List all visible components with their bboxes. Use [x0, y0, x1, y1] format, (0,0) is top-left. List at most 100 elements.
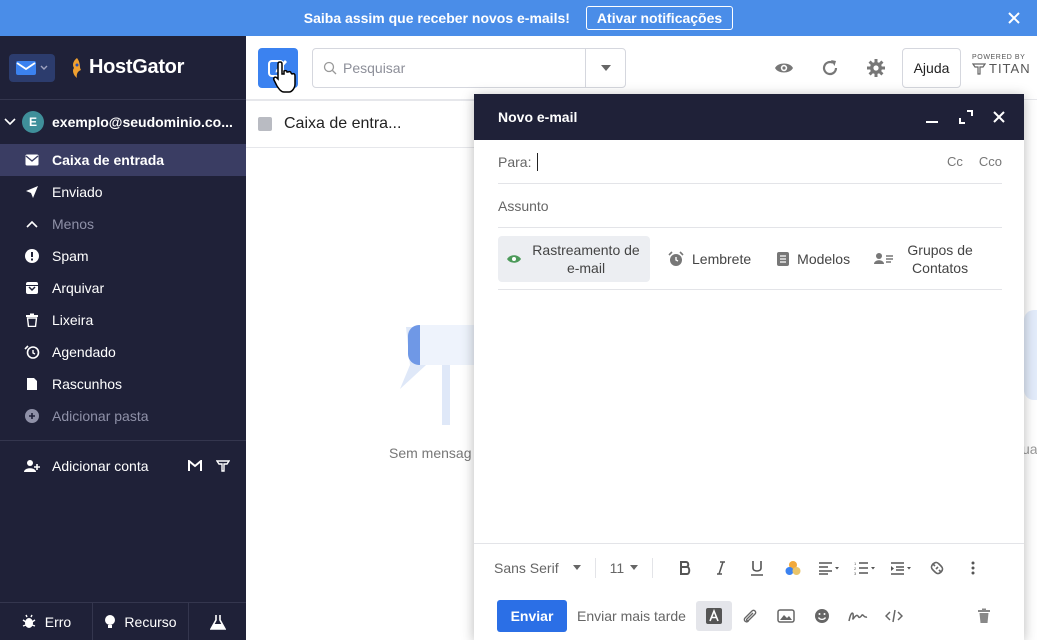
select-all-checkbox[interactable] — [258, 117, 272, 131]
code-button[interactable] — [876, 609, 912, 623]
cc-button[interactable]: Cc — [947, 154, 963, 169]
mailbox-illustration — [400, 325, 478, 425]
text-format-icon — [705, 607, 722, 624]
indent-icon — [891, 561, 912, 575]
font-family-value: Sans Serif — [494, 559, 559, 576]
sidebar-item-spam[interactable]: Spam — [0, 240, 246, 272]
reminder-button[interactable]: Lembrete — [660, 236, 759, 282]
template-icon — [777, 252, 790, 266]
message-body[interactable] — [498, 294, 1002, 534]
minimize-icon[interactable] — [924, 109, 940, 125]
error-button[interactable]: Erro — [0, 603, 93, 640]
subject-field[interactable]: Assunto — [498, 184, 1002, 228]
mail-icon — [16, 60, 36, 75]
insert-image-button[interactable] — [768, 608, 804, 623]
account-switcher[interactable]: E exemplo@seudominio.co... — [0, 100, 246, 144]
alert-icon — [24, 248, 40, 264]
indent-button[interactable] — [883, 561, 919, 575]
link-button[interactable] — [919, 560, 955, 576]
search-options-dropdown[interactable] — [585, 49, 625, 87]
italic-button[interactable] — [703, 560, 739, 575]
search-bar[interactable] — [312, 48, 626, 88]
send-button[interactable]: Enviar — [497, 599, 567, 632]
to-field[interactable]: Para: Cc Cco — [498, 140, 1002, 184]
email-tracking-toggle[interactable]: Rastreamento de e-mail — [498, 236, 650, 282]
align-button[interactable] — [811, 561, 847, 575]
bold-button[interactable] — [667, 560, 703, 575]
sidebar-item-label: Menos — [52, 216, 95, 232]
lightbulb-icon — [105, 614, 116, 628]
sidebar-item-label: Arquivar — [52, 280, 105, 296]
more-options-button[interactable] — [955, 561, 991, 575]
gmail-icon[interactable] — [188, 460, 202, 472]
send-icon — [24, 184, 40, 200]
titan-icon[interactable] — [216, 460, 230, 472]
search-icon — [323, 61, 337, 75]
text-cursor — [537, 152, 539, 171]
sidebar-item-label: Caixa de entrada — [52, 152, 165, 168]
bold-icon — [680, 560, 691, 575]
sidebar-item-drafts[interactable]: Rascunhos — [0, 368, 246, 400]
groups-label-line1: Grupos de — [907, 242, 973, 258]
trash-icon — [978, 608, 990, 623]
feature-button[interactable]: Recurso — [93, 603, 189, 640]
close-icon[interactable] — [992, 110, 1006, 124]
clock-icon — [24, 344, 40, 360]
banner-text: Saiba assim que receber novos e-mails! — [303, 10, 570, 26]
chevron-down-icon — [40, 65, 48, 70]
refresh-icon[interactable] — [820, 58, 840, 78]
sidebar-item-sent[interactable]: Enviado — [0, 176, 246, 208]
sidebar-item-archive[interactable]: Arquivar — [0, 272, 246, 304]
contact-groups-button[interactable]: Grupos de Contatos — [866, 236, 986, 282]
add-user-icon — [24, 460, 40, 472]
background-shape — [1024, 310, 1037, 400]
sidebar-item-trash[interactable]: Lixeira — [0, 304, 246, 336]
text-color-button[interactable] — [775, 560, 811, 576]
underline-button[interactable] — [739, 560, 775, 576]
bcc-button[interactable]: Cco — [979, 154, 1002, 169]
expand-icon[interactable] — [958, 109, 974, 125]
sidebar-item-label: Lixeira — [52, 312, 94, 328]
list-button[interactable]: 123 — [847, 561, 883, 575]
send-toolbar: Enviar Enviar mais tarde — [474, 591, 1024, 640]
format-toggle-button[interactable] — [695, 600, 732, 631]
contact-group-icon — [874, 253, 894, 264]
sidebar-item-label: Rascunhos — [52, 376, 123, 392]
sidebar-item-inbox[interactable]: Caixa de entrada — [0, 144, 246, 176]
close-icon[interactable] — [1005, 9, 1023, 27]
eye-icon[interactable] — [774, 58, 794, 78]
font-family-select[interactable]: Sans Serif — [494, 560, 581, 576]
search-input[interactable] — [337, 49, 585, 87]
divider — [652, 557, 654, 578]
subject-placeholder: Assunto — [498, 197, 549, 214]
caret-down-icon — [572, 565, 581, 570]
attach-button[interactable] — [732, 608, 768, 624]
folder-list: Caixa de entrada Enviado Menos Spam Arqu… — [0, 144, 246, 432]
send-later-button[interactable]: Enviar mais tarde — [577, 608, 686, 624]
font-size-select[interactable]: 11 — [610, 560, 639, 576]
discard-button[interactable] — [966, 608, 1002, 624]
svg-text:3: 3 — [854, 571, 857, 575]
brand-name: HostGator — [89, 56, 185, 78]
labs-button[interactable] — [189, 603, 246, 640]
emoji-button[interactable] — [804, 608, 840, 624]
sidebar-header: HostGator — [0, 36, 246, 100]
add-account-button[interactable]: Adicionar conta — [0, 441, 246, 491]
cursor-hand-icon — [273, 61, 296, 93]
app-switcher[interactable] — [9, 53, 55, 82]
sidebar-item-label: Enviado — [52, 184, 103, 200]
sidebar-item-scheduled[interactable]: Agendado — [0, 336, 246, 368]
empty-state-text: Sem mensag — [389, 445, 472, 461]
signature-button[interactable] — [840, 609, 876, 623]
templates-button[interactable]: Modelos — [769, 236, 858, 282]
gear-icon[interactable] — [866, 58, 886, 78]
caret-down-icon — [600, 65, 611, 71]
plus-icon — [24, 408, 40, 424]
sidebar-item-add-folder[interactable]: Adicionar pasta — [0, 400, 246, 432]
add-account-label: Adicionar conta — [52, 458, 149, 474]
sidebar-footer: Erro Recurso — [0, 602, 246, 640]
help-button[interactable]: Ajuda — [902, 48, 961, 88]
sidebar-item-less[interactable]: Menos — [0, 208, 246, 240]
notification-banner: Saiba assim que receber novos e-mails! A… — [0, 0, 1037, 36]
enable-notifications-button[interactable]: Ativar notificações — [585, 6, 734, 30]
